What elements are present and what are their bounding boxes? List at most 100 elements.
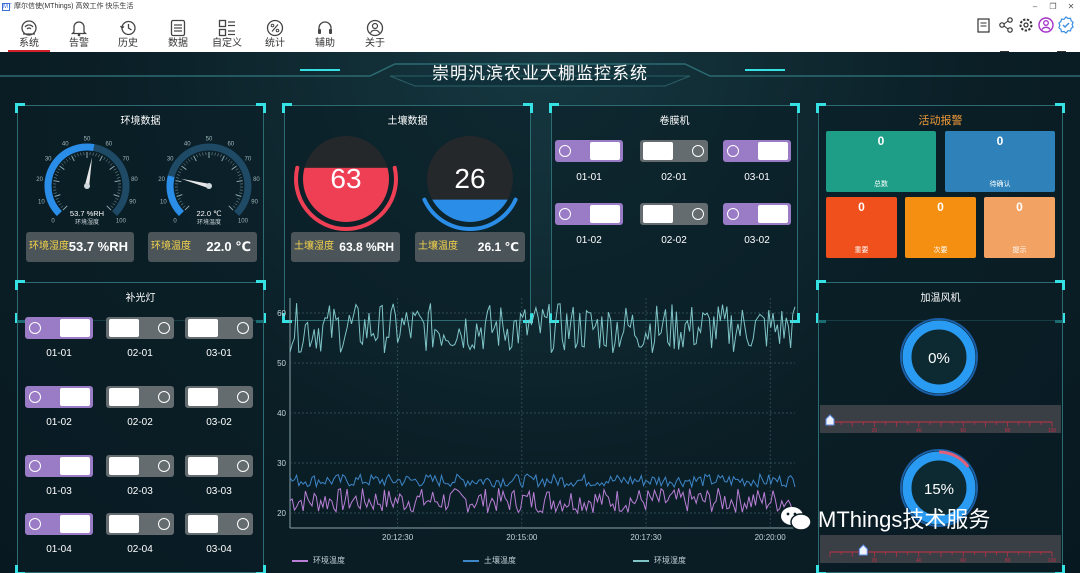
switch-01-02[interactable] <box>25 386 93 408</box>
clipboard-icon[interactable] <box>975 14 993 36</box>
fan-1-slider[interactable]: 20 40 60 80 100 <box>820 405 1061 435</box>
gear-icon[interactable] <box>1017 14 1035 36</box>
restore-icon[interactable]: ❐ <box>1044 0 1062 14</box>
switch-03-02[interactable] <box>185 386 253 408</box>
gauge-readout: 53.7 %RH <box>70 209 104 218</box>
fan-percent: 15% <box>924 481 954 498</box>
switch-03-03[interactable] <box>185 455 253 477</box>
gauge-tick <box>232 205 236 208</box>
menu-about[interactable]: 关于 <box>354 16 396 52</box>
fan-2-slider[interactable]: 20 40 60 80 100 <box>820 535 1061 565</box>
soil-temperature-box: 土壤温度 26.1 ℃ <box>415 232 525 262</box>
close-icon[interactable]: ✕ <box>1062 0 1080 14</box>
gauge-tick-label: 80 <box>253 177 260 183</box>
gauge-tick-label: 10 <box>160 199 167 205</box>
y-tick-label: 30 <box>277 459 286 468</box>
soil-humidity-value: 63.8 %RH <box>339 240 394 254</box>
switch-label: 03-01 <box>744 172 770 183</box>
gauge-tick-label: 40 <box>62 142 69 148</box>
switch-03-02[interactable] <box>723 203 791 225</box>
alarm-card-secondary[interactable]: 0 次要 <box>905 197 976 258</box>
gauge-tick <box>239 192 243 194</box>
switch-label: 01-01 <box>46 348 72 359</box>
gauge-tick-label: 50 <box>84 137 91 143</box>
light-panel: 补光灯 01-01 02-01 03-01 01-02 02-02 03-02 01-03 0… <box>15 280 266 573</box>
check-badge-icon[interactable] <box>1057 14 1075 36</box>
slider-tick-label: 80 <box>1005 558 1011 564</box>
share-icon[interactable] <box>997 14 1015 36</box>
alarm-notice-label: 提示 <box>1012 247 1027 254</box>
heater-panel-title: 加温风机 <box>920 293 961 304</box>
switch-01-01[interactable] <box>555 140 623 162</box>
x-tick-label: 20:17:30 <box>630 533 662 542</box>
gauge-tick <box>56 171 60 174</box>
gauge-tick <box>114 200 117 203</box>
menu-label: 辅助 <box>315 38 335 49</box>
menu-system[interactable]: 系统 <box>8 16 50 52</box>
switch-label: 02-02 <box>661 235 687 246</box>
env-humidity-label: 环境湿度 <box>29 241 69 252</box>
switch-knob <box>758 142 788 160</box>
menu-custom[interactable]: 自定义 <box>206 16 248 52</box>
curtain-panel-title: 卷膜机 <box>659 116 690 127</box>
alarm-card-notice[interactable]: 0 提示 <box>984 197 1055 258</box>
gauge-tick <box>57 200 60 203</box>
gauge-tick <box>175 192 179 194</box>
gauge-tick <box>68 157 71 160</box>
menu-label: 关于 <box>365 38 385 49</box>
gauge-tick <box>180 203 184 206</box>
switch-03-01[interactable] <box>723 140 791 162</box>
switch-knob <box>109 515 139 533</box>
gauge-tick <box>55 198 59 200</box>
minimize-icon[interactable]: – <box>1026 0 1044 14</box>
switch-circle-icon <box>559 145 571 157</box>
menu-label: 统计 <box>265 38 285 49</box>
switch-knob <box>60 515 90 533</box>
gauge-tick <box>225 157 228 160</box>
menu-alarm[interactable]: 告警 <box>58 16 100 52</box>
legend-env-temperature: 环境温度 <box>292 555 345 566</box>
gauge-tick <box>196 154 198 158</box>
switch-knob <box>643 205 673 223</box>
alarm-card-total[interactable]: 0 总数 <box>826 131 936 192</box>
switch-circle-icon <box>29 391 41 403</box>
menu-label: 数据 <box>168 38 188 49</box>
gauge-tick <box>115 198 119 200</box>
switch-03-01[interactable] <box>185 317 253 339</box>
switch-label: 02-03 <box>127 486 153 497</box>
alarm-card-critical[interactable]: 0 重要 <box>826 197 897 258</box>
gauge-tick <box>57 168 61 171</box>
humidity-gauge: 0 10 20 30 40 50 60 70 80 90 100 53.7 %RH环境湿度 <box>36 137 138 227</box>
switch-02-01[interactable] <box>640 140 708 162</box>
switch-circle-icon <box>237 322 249 334</box>
gauge-tick <box>113 194 120 197</box>
menu-stats[interactable]: 统计 <box>254 16 296 52</box>
gauge-tick-label: 100 <box>116 218 127 224</box>
menu-history[interactable]: 历史 <box>107 16 149 52</box>
switch-03-04[interactable] <box>185 513 253 535</box>
switch-01-04[interactable] <box>25 513 93 535</box>
switch-01-02[interactable] <box>555 203 623 225</box>
alarm-card-pending[interactable]: 0 待确认 <box>945 131 1055 192</box>
slider-tick-label: 80 <box>1005 428 1011 434</box>
x-tick-label: 20:12:30 <box>382 533 414 542</box>
app-logo-icon: MT <box>2 3 12 11</box>
switch-02-02[interactable] <box>640 203 708 225</box>
legend-line <box>292 559 308 562</box>
gauge-tick <box>235 194 242 197</box>
switch-02-03[interactable] <box>106 455 174 477</box>
switch-02-01[interactable] <box>106 317 174 339</box>
soil-temperature-gauge: 26 <box>422 136 518 231</box>
switch-01-03[interactable] <box>25 455 93 477</box>
slider-track <box>820 535 1061 563</box>
switch-02-02[interactable] <box>106 386 174 408</box>
gauge-hub <box>206 183 212 189</box>
gauge-tick-label: 60 <box>227 142 234 148</box>
switch-01-01[interactable] <box>25 317 93 339</box>
user-icon[interactable] <box>1037 14 1055 36</box>
switch-02-04[interactable] <box>106 513 174 535</box>
env-humidity-box: 环境湿度 53.7 %RH <box>26 232 134 262</box>
menu-data[interactable]: 数据 <box>157 16 199 52</box>
gauge-tick <box>190 157 193 160</box>
menu-help[interactable]: 辅助 <box>304 16 346 52</box>
